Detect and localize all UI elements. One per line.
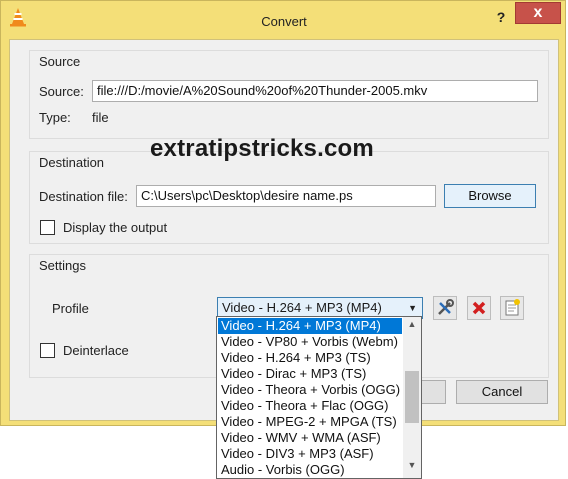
destination-group: Destination Destination file: C:\Users\p… — [29, 151, 549, 244]
type-value: file — [92, 110, 109, 125]
delete-icon — [472, 301, 486, 315]
type-label: Type: — [39, 110, 71, 125]
profile-label: Profile — [52, 301, 89, 316]
close-button[interactable]: x — [515, 2, 561, 24]
dropdown-scrollbar[interactable]: ▲ ▼ — [403, 317, 421, 478]
profile-option[interactable]: Video - H.264 + MP3 (TS) — [218, 350, 402, 366]
profile-option[interactable]: Video - MPEG-2 + MPGA (TS) — [218, 414, 402, 430]
profile-option[interactable]: Video - WMV + WMA (ASF) — [218, 430, 402, 446]
title-bar[interactable]: Convert ? x — [1, 1, 567, 39]
browse-button[interactable]: Browse — [444, 184, 536, 208]
edit-profile-button[interactable] — [433, 296, 457, 320]
source-group-title: Source — [39, 54, 81, 69]
settings-group-title: Settings — [39, 258, 86, 273]
profile-option[interactable]: Video - Theora + Vorbis (OGG) — [218, 382, 402, 398]
scroll-down-arrow-icon[interactable]: ▼ — [403, 460, 421, 474]
chevron-down-icon: ▼ — [408, 303, 417, 313]
destination-file-input[interactable]: C:\Users\pc\Desktop\desire name.ps — [136, 185, 436, 207]
deinterlace-checkbox[interactable] — [40, 343, 55, 358]
profile-option[interactable]: Video - VP80 + Vorbis (Webm) — [218, 334, 402, 350]
source-input[interactable]: file:///D:/movie/A%20Sound%20of%20Thunde… — [92, 80, 538, 102]
profile-option[interactable]: Video - Dirac + MP3 (TS) — [218, 366, 402, 382]
new-profile-icon — [505, 299, 520, 316]
watermark-text: extratipstricks.com — [150, 135, 374, 162]
scroll-up-arrow-icon[interactable]: ▲ — [403, 319, 421, 333]
window-title: Convert — [261, 14, 307, 29]
destination-file-label: Destination file: — [39, 189, 128, 204]
profile-option[interactable]: Video - H.264 + MP3 (MP4) — [218, 318, 402, 334]
scroll-thumb[interactable] — [405, 371, 419, 423]
wrench-screwdriver-icon — [438, 299, 454, 315]
profile-option[interactable]: Audio - Vorbis (OGG) — [218, 462, 402, 478]
profile-option[interactable]: Video - DIV3 + MP3 (ASF) — [218, 446, 402, 462]
profile-dropdown-list: Video - H.264 + MP3 (MP4) Video - VP80 +… — [216, 316, 422, 479]
profile-option[interactable]: Video - Theora + Flac (OGG) — [218, 398, 402, 414]
display-output-label: Display the output — [63, 220, 168, 235]
new-profile-button[interactable] — [500, 296, 524, 320]
display-output-checkbox[interactable] — [40, 220, 55, 235]
help-button[interactable]: ? — [493, 9, 509, 25]
source-group: Source Source: file:///D:/movie/A%20Soun… — [29, 50, 549, 139]
cancel-button[interactable]: Cancel — [456, 380, 548, 404]
destination-group-title: Destination — [39, 155, 105, 170]
deinterlace-label: Deinterlace — [63, 343, 129, 358]
close-icon: x — [533, 4, 543, 21]
delete-profile-button[interactable] — [467, 296, 491, 320]
source-label: Source: — [39, 84, 84, 99]
profile-selected-value: Video - H.264 + MP3 (MP4) — [222, 300, 382, 315]
